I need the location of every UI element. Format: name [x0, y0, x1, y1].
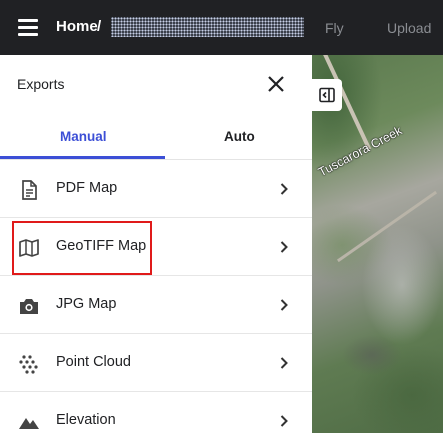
chevron-right-icon [280, 415, 288, 427]
export-item-elevation[interactable]: Elevation [0, 393, 312, 433]
export-item-label: PDF Map [56, 180, 118, 196]
export-item-label: JPG Map [56, 296, 117, 312]
tab-divider [0, 159, 312, 160]
export-item-label: Elevation [56, 412, 116, 428]
point-cloud-icon [19, 355, 38, 374]
export-item-jpg-map[interactable]: JPG Map [0, 277, 312, 334]
satellite-map[interactable]: Tuscarora Creek [312, 55, 443, 433]
export-item-pdf-map[interactable]: PDF Map [0, 161, 312, 218]
collapse-panel-icon [319, 87, 335, 103]
tab-auto[interactable]: Auto [224, 129, 255, 144]
nav-upload[interactable]: Upload [387, 20, 431, 36]
close-icon [268, 76, 284, 92]
mountain-icon [19, 418, 39, 429]
panel-toggle-button[interactable] [312, 79, 342, 111]
breadcrumb-separator: / [97, 18, 102, 35]
chevron-right-icon [280, 183, 288, 195]
chevron-right-icon [280, 241, 288, 253]
export-item-point-cloud[interactable]: Point Cloud [0, 335, 312, 392]
highlight-box-geotiff [12, 221, 152, 275]
close-button[interactable] [266, 74, 286, 94]
export-item-label: Point Cloud [56, 354, 131, 370]
breadcrumb-home[interactable]: Home [56, 18, 98, 35]
nav-fly[interactable]: Fly [325, 20, 344, 36]
chevron-right-icon [280, 299, 288, 311]
active-tab-indicator [0, 156, 165, 159]
chevron-right-icon [280, 357, 288, 369]
hamburger-menu-icon[interactable] [18, 17, 38, 37]
map-road [336, 190, 438, 263]
camera-icon [20, 299, 38, 314]
tab-manual[interactable]: Manual [60, 129, 107, 144]
breadcrumb-project-redacted [111, 17, 304, 37]
pdf-file-icon [22, 180, 37, 200]
top-bar: Home / Fly Upload [0, 0, 443, 55]
panel-title: Exports [17, 76, 65, 92]
